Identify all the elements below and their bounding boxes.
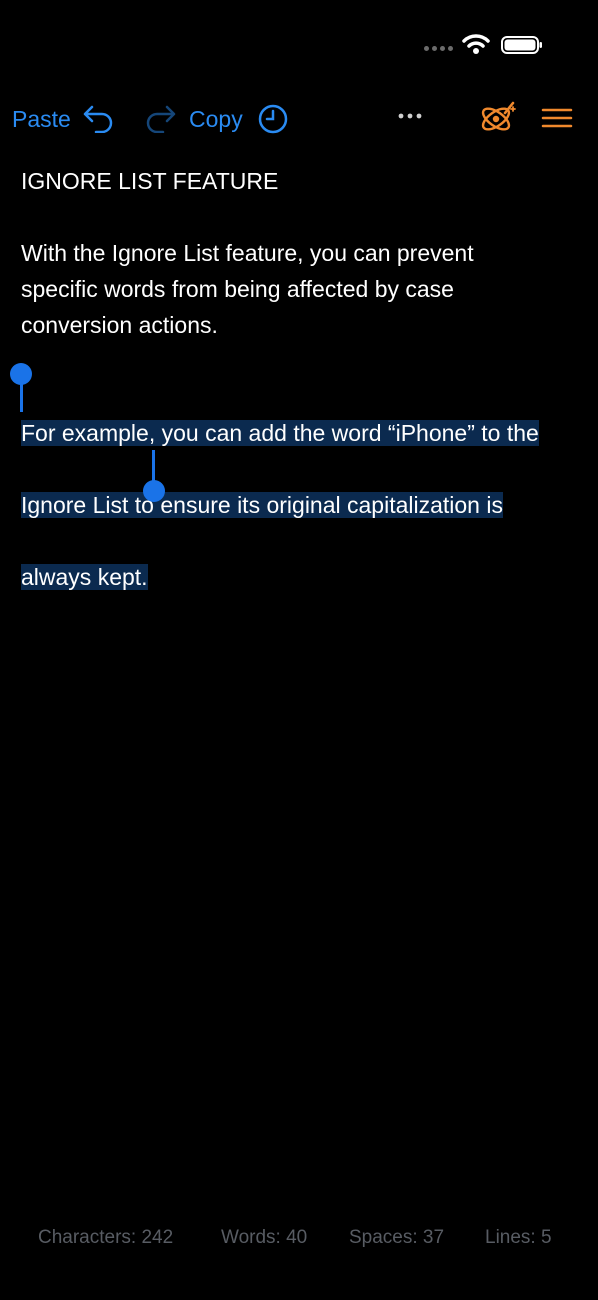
status-bar (0, 0, 598, 90)
selected-line-2: Ignore List to ensure its original capit… (21, 492, 503, 518)
more-icon[interactable] (397, 112, 423, 120)
redo-icon[interactable] (143, 103, 177, 133)
spaces-count: Spaces: 37 (349, 1227, 445, 1248)
characters-count: Characters: 242 (38, 1227, 174, 1248)
selected-line-3: always kept. (21, 564, 148, 590)
paragraph-text: With the Ignore List feature, you can pr… (21, 240, 474, 338)
copy-button[interactable]: Copy (189, 106, 243, 133)
undo-icon[interactable] (82, 103, 116, 133)
heading-text: IGNORE LIST FEATURE (21, 168, 279, 194)
selected-paragraph: For example, you can add the word “iPhon… (21, 379, 581, 595)
signal-icon (424, 46, 453, 51)
words-count: Words: 40 (221, 1227, 308, 1248)
paste-button[interactable]: Paste (12, 106, 71, 133)
selection-start-caret (20, 381, 23, 412)
selection-end-handle[interactable] (143, 480, 165, 502)
menu-icon[interactable] (541, 107, 573, 129)
text-editor[interactable]: IGNORE LIST FEATURE With the Ignore List… (21, 163, 581, 595)
battery-icon (501, 36, 542, 54)
magic-icon[interactable] (479, 101, 517, 137)
selection-end-caret (152, 450, 155, 482)
lines-count: Lines: 5 (485, 1227, 552, 1248)
wifi-icon (462, 34, 490, 54)
toolbar: Paste Copy (0, 96, 598, 142)
selected-line-1: For example, you can add the word “iPhon… (21, 420, 539, 446)
history-icon[interactable] (257, 103, 289, 135)
